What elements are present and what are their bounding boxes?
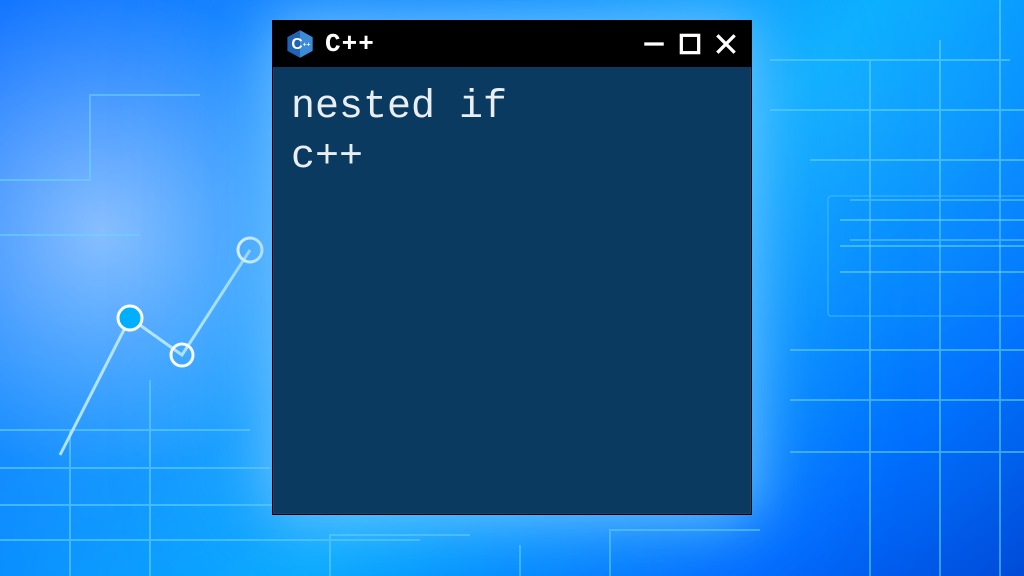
titlebar[interactable]: C ++ C++ bbox=[273, 21, 751, 67]
console-content: nested if c++ bbox=[273, 67, 751, 514]
logo-plus: ++ bbox=[303, 41, 311, 48]
maximize-button[interactable] bbox=[677, 31, 703, 57]
content-line-2: c++ bbox=[291, 135, 363, 180]
content-line-1: nested if bbox=[291, 85, 507, 130]
window-controls bbox=[641, 31, 739, 57]
close-button[interactable] bbox=[713, 31, 739, 57]
window-frame: C ++ C++ nested if c++ bbox=[272, 20, 752, 515]
minimize-button[interactable] bbox=[641, 31, 667, 57]
window-title: C++ bbox=[325, 29, 375, 59]
cpp-logo-icon: C ++ bbox=[285, 29, 315, 59]
console-window: C ++ C++ nested if c++ bbox=[272, 20, 752, 515]
logo-letter: C bbox=[291, 36, 302, 53]
